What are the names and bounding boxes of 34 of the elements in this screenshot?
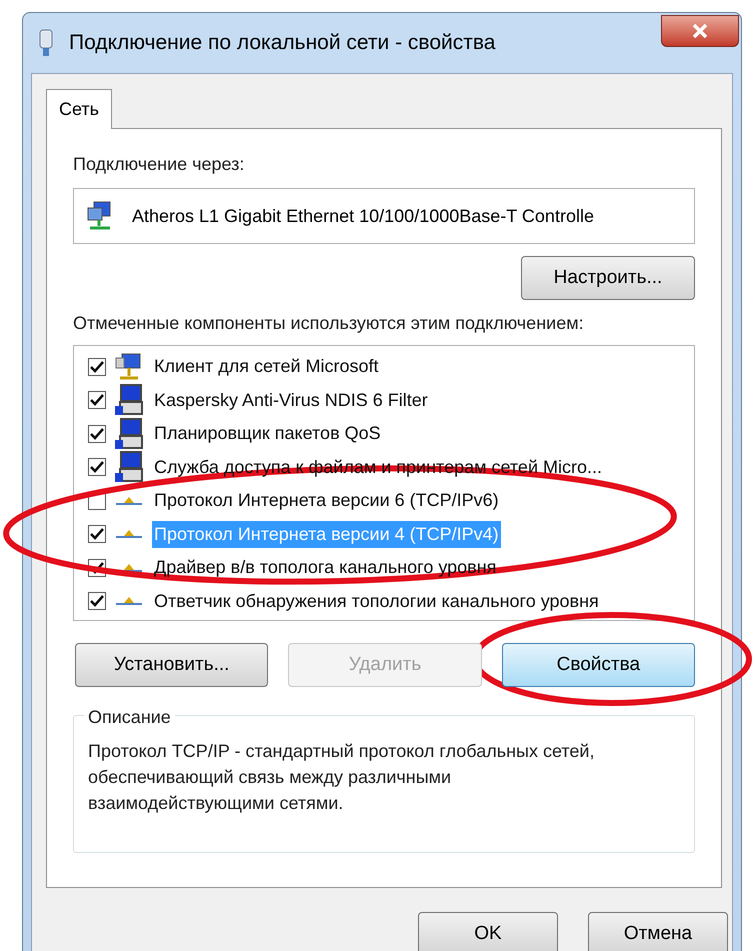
- component-item[interactable]: Протокол Интернета версии 6 (TCP/IPv6): [152, 487, 501, 514]
- window-title: Подключение по локальной сети - свойства: [69, 30, 496, 56]
- checkbox[interactable]: [88, 391, 106, 410]
- dialog-button[interactable]: Отмена: [588, 912, 728, 951]
- action-button[interactable]: Свойства: [502, 643, 695, 687]
- network-plug-icon: [37, 28, 55, 58]
- description-text: Протокол TCP/IP - стандартный протокол глобальных сетей, обеспечивающий связь между различными взаимодействующими сетями.: [88, 740, 596, 815]
- component-item[interactable]: Клиент для сетей Microsoft: [152, 353, 381, 380]
- checkbox[interactable]: [88, 525, 106, 544]
- close-icon: [691, 23, 709, 39]
- tab[interactable]: Сеть: [46, 89, 112, 129]
- check-icon: [90, 595, 104, 608]
- dialog-button[interactable]: OK: [418, 912, 558, 951]
- action-button[interactable]: Установить...: [75, 643, 268, 687]
- component-item[interactable]: Ответчик обнаружения топологии канального уровня: [152, 588, 601, 615]
- computer-icon: [114, 451, 144, 484]
- computer-icon: [114, 384, 144, 416]
- check-icon: [90, 360, 104, 373]
- checkbox[interactable]: [88, 592, 106, 610]
- component-item[interactable]: Kaspersky Anti-Virus NDIS 6 Filter: [152, 386, 430, 414]
- check-icon: [90, 461, 104, 474]
- close-button[interactable]: [661, 15, 739, 47]
- configure-button[interactable]: Настроить...: [521, 256, 695, 300]
- checkbox[interactable]: [88, 424, 106, 443]
- checkbox[interactable]: [88, 458, 106, 476]
- check-icon: [90, 428, 104, 440]
- computer-icon: [114, 418, 144, 450]
- connect-via-label: Подключение через:: [73, 153, 246, 176]
- check-icon: [90, 394, 104, 406]
- adapter-name: Atheros L1 Gigabit Ethernet 10/100/1000Base-T Controlle: [132, 204, 594, 228]
- checkbox[interactable]: [88, 358, 106, 376]
- components-label: Отмеченные компоненты используются этим подключением:: [73, 312, 585, 335]
- component-item[interactable]: Планировщик пакетов QoS: [152, 420, 383, 448]
- check-icon: [90, 528, 104, 540]
